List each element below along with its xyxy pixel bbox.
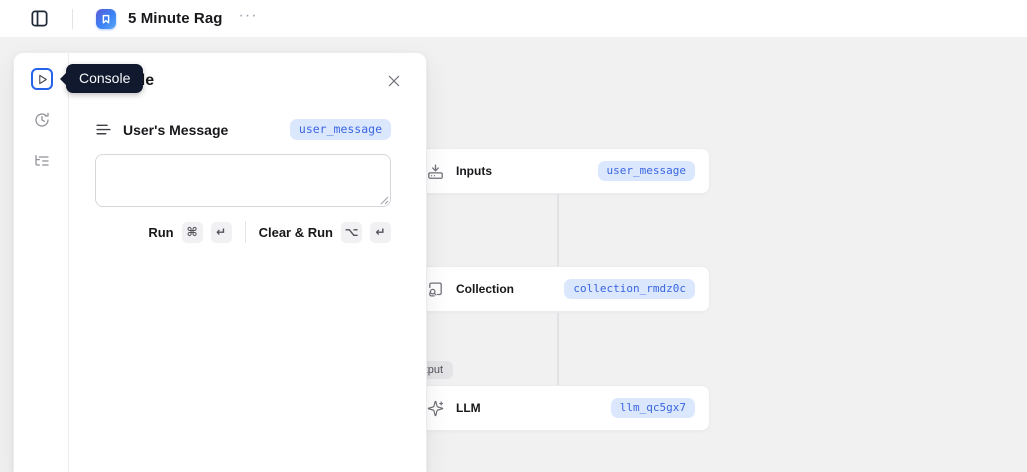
node-inputs[interactable]: Inputs user_message (412, 148, 710, 194)
topbar: 5 Minute Rag ··· (0, 0, 1027, 37)
edge-connector (557, 193, 559, 266)
workflow-title: 5 Minute Rag (128, 10, 223, 27)
node-label: Collection (456, 282, 514, 296)
app-screen: Inputs user_message Collection collectio… (0, 0, 1027, 472)
console-content: Console User's Message user_message Run … (69, 53, 426, 472)
field-label: User's Message (123, 122, 228, 138)
history-clock-icon (34, 112, 50, 128)
enter-key-icon: ↵ (370, 222, 391, 243)
trace-tree-tab-button[interactable] (34, 153, 50, 169)
topbar-divider (72, 9, 73, 29)
play-icon (36, 73, 49, 86)
enter-key-icon: ↵ (211, 222, 232, 243)
bookmark-logo-icon (100, 13, 112, 25)
input-field-row: User's Message user_message (95, 119, 391, 140)
tree-list-icon (34, 153, 50, 169)
node-id-badge: llm_qc5gx7 (611, 398, 695, 418)
node-label: LLM (456, 401, 481, 415)
run-label: Run (148, 225, 173, 240)
field-variable-badge: user_message (290, 119, 391, 140)
node-llm[interactable]: LLM llm_qc5gx7 (412, 385, 710, 431)
close-icon (386, 73, 402, 89)
history-tab-button[interactable] (34, 112, 50, 128)
clear-run-label: Clear & Run (259, 225, 333, 240)
inputs-tray-icon (427, 163, 444, 180)
actions-divider (245, 221, 246, 243)
panel-left-icon (30, 9, 49, 28)
workflow-menu-button[interactable]: ··· (239, 8, 258, 30)
run-button[interactable]: Run ⌘ ↵ (148, 222, 231, 243)
tooltip-arrow (60, 73, 66, 85)
panel-icon-rail (14, 53, 69, 472)
node-label: Inputs (456, 164, 492, 178)
cmd-key-icon: ⌘ (182, 222, 203, 243)
console-tooltip: Console (66, 64, 143, 93)
console-actions: Run ⌘ ↵ Clear & Run ⌥ ↵ (95, 221, 391, 243)
node-collection[interactable]: Collection collection_rmdz0c (412, 266, 710, 312)
console-tab-button[interactable] (31, 68, 53, 90)
sidebar-toggle-button[interactable] (30, 9, 49, 28)
node-id-badge: collection_rmdz0c (564, 279, 695, 299)
app-logo[interactable] (96, 9, 116, 29)
user-message-input[interactable] (95, 154, 391, 207)
sparkles-icon (427, 400, 444, 417)
node-id-badge: user_message (598, 161, 695, 181)
close-console-button[interactable] (386, 73, 402, 89)
console-panel: Console User's Message user_message Run … (13, 52, 427, 472)
clear-and-run-button[interactable]: Clear & Run ⌥ ↵ (259, 222, 391, 243)
edge-connector (557, 313, 559, 386)
tooltip-text: Console (79, 70, 130, 86)
option-key-icon: ⌥ (341, 222, 362, 243)
collection-search-icon (427, 281, 444, 298)
text-lines-icon (95, 121, 112, 138)
